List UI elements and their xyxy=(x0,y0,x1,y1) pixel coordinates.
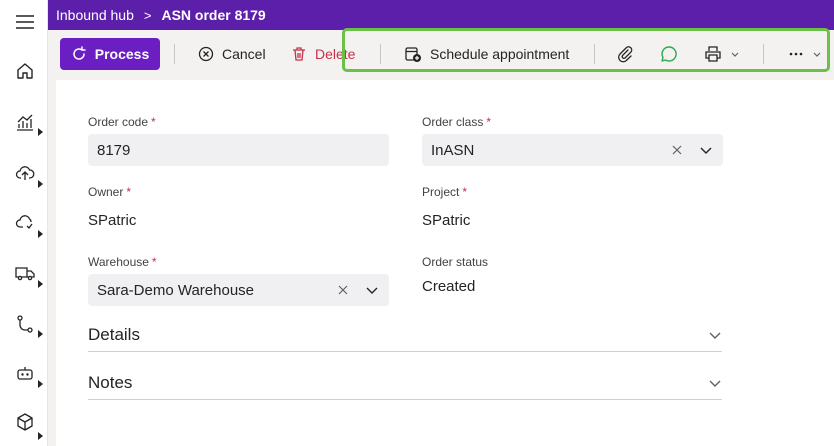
expand-arrow-icon[interactable] xyxy=(38,380,43,388)
warehouse-select[interactable]: Sara-Demo Warehouse xyxy=(88,274,389,306)
toolbar-divider xyxy=(174,44,175,64)
warehouse-value: Sara-Demo Warehouse xyxy=(97,281,255,299)
cloud-upload-icon[interactable] xyxy=(14,162,36,184)
order-class-label: Order class * xyxy=(422,115,492,129)
cancel-button[interactable]: Cancel xyxy=(198,38,266,70)
order-status-label: Order status xyxy=(422,255,489,269)
breadcrumb-separator: > xyxy=(143,7,152,23)
expand-arrow-icon[interactable] xyxy=(38,432,43,440)
package-icon[interactable] xyxy=(14,411,36,433)
trash-icon xyxy=(293,47,305,61)
flow-icon[interactable] xyxy=(14,313,36,335)
refresh-icon xyxy=(73,46,86,60)
expand-arrow-icon[interactable] xyxy=(38,280,43,288)
highlight-box xyxy=(342,28,830,72)
expand-arrow-icon[interactable] xyxy=(38,180,43,188)
order-code-value: 8179 xyxy=(97,141,131,159)
owner-label: Owner * xyxy=(88,185,132,199)
app-header: Inbound hub > ASN order 8179 xyxy=(48,0,834,30)
truck-icon[interactable] xyxy=(14,262,36,284)
chevron-down-icon[interactable] xyxy=(365,283,379,297)
robot-icon[interactable] xyxy=(14,362,36,384)
breadcrumb-parent[interactable]: Inbound hub xyxy=(56,7,134,23)
expand-arrow-icon[interactable] xyxy=(38,128,43,136)
warehouse-label: Warehouse * xyxy=(88,255,157,269)
order-code-input[interactable]: 8179 xyxy=(88,134,389,166)
process-button[interactable]: Process xyxy=(60,38,160,70)
expand-arrow-icon[interactable] xyxy=(38,230,43,238)
hamburger-menu-icon[interactable] xyxy=(14,11,36,33)
order-status-value: Created xyxy=(422,278,476,295)
project-value: SPatric xyxy=(422,212,471,229)
order-code-label: Order code * xyxy=(88,115,156,129)
cloud-sync-icon[interactable] xyxy=(14,212,36,234)
details-section-title: Details xyxy=(88,324,140,344)
order-class-value: InASN xyxy=(431,141,475,159)
chevron-down-icon[interactable] xyxy=(699,143,713,157)
notes-section-header[interactable]: Notes xyxy=(88,366,722,400)
process-label: Process xyxy=(94,46,150,62)
cancel-circle-icon xyxy=(198,46,214,62)
owner-value: SPatric xyxy=(88,212,137,229)
notes-section-title: Notes xyxy=(88,372,133,392)
order-class-select[interactable]: InASN xyxy=(422,134,723,166)
nav-rail xyxy=(0,0,48,446)
clear-icon[interactable] xyxy=(671,144,683,156)
expand-arrow-icon[interactable] xyxy=(38,330,43,338)
chevron-down-icon xyxy=(709,332,721,339)
clear-icon[interactable] xyxy=(337,284,349,296)
order-form: Order code * 8179 Order class * InASN Owne… xyxy=(56,80,834,446)
chevron-down-icon xyxy=(709,380,721,387)
breadcrumb-current: ASN order 8179 xyxy=(161,7,266,23)
home-icon[interactable] xyxy=(14,60,36,82)
analytics-icon[interactable] xyxy=(14,112,36,134)
project-label: Project * xyxy=(422,185,468,199)
details-section-header[interactable]: Details xyxy=(88,318,722,352)
cancel-label: Cancel xyxy=(222,46,266,62)
